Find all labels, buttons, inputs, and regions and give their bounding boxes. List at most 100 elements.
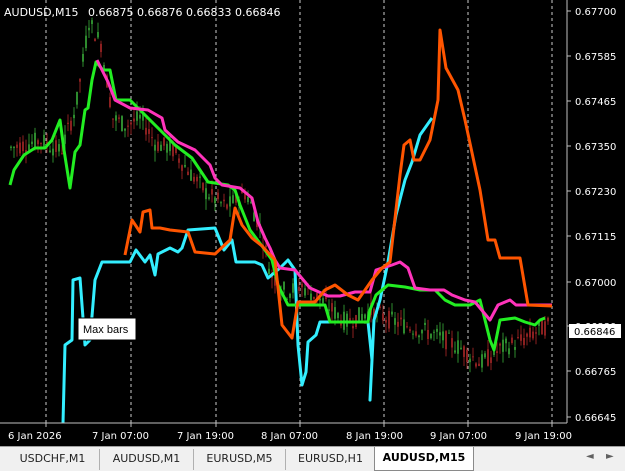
candle-body [394, 318, 396, 325]
candle-body [118, 117, 120, 119]
candle-body [517, 337, 519, 339]
candle-body [166, 143, 168, 153]
candle-body [547, 317, 549, 322]
scroll-left-icon[interactable]: ◄ [586, 451, 594, 462]
price-tick-label: 0.67230 [575, 187, 616, 198]
candle-body [298, 286, 300, 291]
candle-body [205, 188, 207, 200]
candle-body [544, 321, 546, 336]
candle-body [397, 321, 399, 327]
scroll-right-icon[interactable]: ► [606, 451, 614, 462]
tab-eurusd-m5[interactable]: EURUSD,M5 [194, 449, 286, 470]
candle-body [172, 144, 174, 157]
candle-body [76, 91, 78, 105]
candle-body [82, 53, 84, 62]
candle-body [328, 309, 330, 311]
candle-body [190, 169, 192, 181]
candle-body [61, 152, 63, 154]
candle-body [67, 122, 69, 124]
candle-body [388, 310, 390, 329]
candle-body [418, 335, 420, 338]
candle-body [439, 332, 441, 336]
candle-body [49, 150, 51, 153]
candle-body [526, 333, 528, 337]
candle-body [457, 340, 459, 354]
tab-audusd-m1[interactable]: AUDUSD,M1 [100, 449, 194, 470]
candle-body [97, 32, 99, 38]
candle-body [412, 333, 414, 335]
candle-body [466, 349, 468, 363]
candle-body [289, 293, 291, 298]
candle-body [508, 348, 510, 355]
candle-body [541, 319, 543, 335]
candle-body [40, 143, 42, 145]
candle-body [139, 114, 141, 119]
candle-body [535, 332, 537, 334]
candle-body [37, 140, 39, 145]
symbol-tab-bar: USDCHF,M1 AUDUSD,M1 EURUSD,M5 EURUSD,H1 … [0, 446, 625, 471]
time-tick-label: 9 Jan 07:00 [430, 431, 487, 442]
tab-usdchf-m1[interactable]: USDCHF,M1 [6, 449, 100, 470]
tab-audusd-m15[interactable]: AUDUSD,M15 [374, 447, 474, 471]
price-tick-label: 0.66765 [575, 367, 616, 378]
max-bars-box: Max bars [77, 317, 137, 341]
candle-body [391, 311, 393, 315]
candle-body [268, 268, 270, 275]
candle-body [121, 116, 123, 132]
candle-body [460, 347, 462, 349]
current-price-marker: 0.66846 [569, 324, 621, 338]
candle-body [31, 141, 33, 145]
candle-body [247, 196, 249, 203]
tab-eurusd-h1[interactable]: EURUSD,H1 [286, 449, 376, 470]
candle-body [406, 326, 408, 328]
candle-body [115, 115, 117, 121]
candle-body [160, 144, 162, 151]
candle-body [304, 288, 306, 296]
candle-body [58, 144, 60, 152]
candle-body [481, 354, 483, 368]
price-tick-label: 0.67700 [575, 7, 616, 18]
candle-body [514, 346, 516, 350]
time-tick-label: 8 Jan 07:00 [261, 431, 318, 442]
candle-body [193, 176, 195, 182]
chart-header: AUDUSD,M15 0.66875 0.66876 0.66833 0.668… [4, 6, 281, 19]
candle-body [136, 111, 138, 121]
candle-body [196, 176, 198, 182]
candle-body [382, 313, 384, 321]
candle-body [181, 165, 183, 171]
candle-body [19, 142, 21, 154]
candle-body [361, 314, 363, 321]
candle-body [70, 120, 72, 131]
candle-body [130, 122, 132, 125]
candle-body [472, 356, 474, 358]
candle-body [10, 146, 12, 148]
candle-body [55, 140, 57, 152]
time-tick-label: 8 Jan 19:00 [346, 431, 403, 442]
candle-body [79, 79, 81, 82]
candle-body [475, 363, 477, 367]
candle-body [310, 293, 312, 301]
candle-body [211, 189, 213, 195]
candle-body [223, 199, 225, 202]
candle-body [454, 350, 456, 353]
candle-body [127, 125, 129, 127]
candle-body [208, 197, 210, 199]
candle-body [478, 363, 480, 367]
candle-body [214, 197, 216, 204]
candle-body [451, 338, 453, 348]
candle-body [265, 245, 267, 248]
candle-body [229, 196, 231, 207]
candle-body [145, 127, 147, 135]
price-tick-label: 0.67585 [575, 52, 616, 63]
candle-body [133, 118, 135, 122]
price-chart[interactable]: 0.67700 0.67585 0.67465 0.67350 0.67230 0.671… [0, 0, 625, 446]
candle-body [52, 148, 54, 156]
max-bars-label: Max bars [83, 324, 129, 336]
candle-body [100, 43, 102, 53]
candle-body [511, 337, 513, 344]
candle-body [202, 183, 204, 191]
candle-body [73, 114, 75, 119]
candle-body [292, 283, 294, 293]
symbol-timeframe: AUDUSD,M15 [4, 6, 79, 19]
ohlc-values: 0.66875 0.66876 0.66833 0.66846 [88, 6, 280, 19]
